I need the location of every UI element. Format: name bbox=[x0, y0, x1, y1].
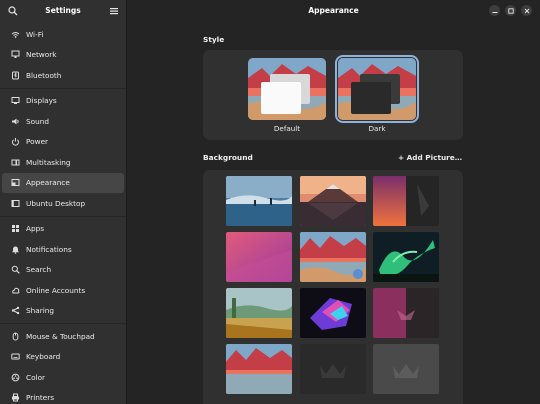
page-title: Appearance bbox=[308, 6, 359, 15]
minimize-button[interactable] bbox=[489, 5, 500, 16]
sidebar-item-displays[interactable]: Displays bbox=[2, 91, 124, 112]
sidebar-item-notifications[interactable]: Notifications bbox=[2, 239, 124, 260]
background-section-label: Background bbox=[203, 153, 253, 162]
sidebar-item-sharing[interactable]: Sharing bbox=[2, 301, 124, 322]
sidebar-item-label: Network bbox=[26, 50, 57, 60]
search-icon bbox=[11, 265, 20, 274]
power-icon bbox=[11, 137, 20, 146]
ubuntu-desktop-icon bbox=[11, 199, 20, 208]
wifi-icon bbox=[11, 30, 20, 39]
sidebar-item-label: Color bbox=[26, 372, 46, 382]
wallpaper-painted-landscape[interactable] bbox=[226, 288, 292, 338]
sidebar-item-online-accounts[interactable]: Online Accounts bbox=[2, 280, 124, 301]
bluetooth-icon bbox=[11, 71, 20, 80]
wallpaper-lake-reflection[interactable] bbox=[226, 176, 292, 226]
sidebar-item-sound[interactable]: Sound bbox=[2, 111, 124, 132]
sidebar-item-power[interactable]: Power bbox=[2, 132, 124, 153]
wallpaper-desert-canyon[interactable] bbox=[300, 232, 366, 282]
display-icon bbox=[11, 96, 20, 105]
sidebar-item-label: Multitasking bbox=[26, 157, 71, 167]
sidebar-group: Mouse & Touchpad Keyboard Color Printers bbox=[0, 323, 126, 404]
sidebar-group: Displays Sound Power Multitasking Appearance… bbox=[0, 87, 126, 216]
sidebar-item-label: Wi-Fi bbox=[26, 29, 44, 39]
wallpaper-magenta-dark-split[interactable] bbox=[373, 288, 439, 338]
theme-dark[interactable] bbox=[335, 55, 419, 123]
sidebar-group: Wi-Fi Network Bluetooth bbox=[0, 22, 126, 88]
wallpaper-neon-prism[interactable] bbox=[300, 288, 366, 338]
wallpaper-dark-crown[interactable] bbox=[300, 344, 366, 394]
wallpaper-desert-canyon-2[interactable] bbox=[226, 344, 292, 394]
sidebar-item-label: Notifications bbox=[26, 244, 72, 254]
close-icon bbox=[524, 8, 529, 13]
sidebar-item-label: Bluetooth bbox=[26, 70, 62, 80]
sidebar-item-label: Power bbox=[26, 137, 49, 147]
main-header: Appearance bbox=[127, 0, 540, 22]
hamburger-menu-icon[interactable] bbox=[109, 6, 119, 16]
online-accounts-icon bbox=[11, 286, 20, 295]
network-icon bbox=[11, 50, 20, 59]
mouse-icon bbox=[11, 332, 20, 341]
sound-icon bbox=[11, 117, 20, 126]
sidebar-item-label: Online Accounts bbox=[26, 285, 86, 295]
sidebar-item-multitasking[interactable]: Multitasking bbox=[2, 152, 124, 173]
theme-default[interactable] bbox=[248, 58, 326, 120]
sidebar-item-label: Ubuntu Desktop bbox=[26, 198, 86, 208]
sidebar-item-mouse-touchpad[interactable]: Mouse & Touchpad bbox=[2, 326, 124, 347]
theme-dark-preview bbox=[338, 58, 416, 120]
sidebar-item-label: Keyboard bbox=[26, 352, 61, 362]
add-picture-button[interactable]: + Add Picture… bbox=[398, 153, 462, 162]
bell-icon bbox=[11, 245, 20, 254]
theme-dark-label: Dark bbox=[368, 124, 386, 133]
apps-icon bbox=[11, 224, 20, 233]
printer-icon bbox=[11, 393, 20, 402]
sharing-icon bbox=[11, 306, 20, 315]
sidebar-title: Settings bbox=[45, 6, 81, 15]
sidebar-list: Wi-Fi Network Bluetooth Displays Sound Power M… bbox=[0, 22, 126, 404]
style-card: Default Dark bbox=[203, 50, 463, 140]
close-button[interactable] bbox=[521, 5, 532, 16]
sidebar-item-label: Search bbox=[26, 265, 52, 275]
color-icon bbox=[11, 373, 20, 382]
wallpaper-aurora[interactable] bbox=[373, 232, 439, 282]
sidebar-item-label: Displays bbox=[26, 96, 57, 106]
sidebar-item-apps[interactable]: Apps bbox=[2, 219, 124, 240]
wallpaper-pink-gradient[interactable] bbox=[226, 232, 292, 282]
background-gallery bbox=[203, 170, 463, 404]
style-section-label: Style bbox=[203, 35, 225, 44]
selected-check-icon bbox=[353, 269, 363, 279]
sidebar-header: Settings bbox=[0, 0, 126, 22]
sidebar-item-label: Appearance bbox=[26, 178, 70, 188]
sidebar-item-appearance[interactable]: Appearance bbox=[2, 172, 124, 193]
appearance-icon bbox=[11, 178, 20, 187]
sidebar-item-bluetooth[interactable]: Bluetooth bbox=[2, 65, 124, 86]
wallpaper-gray-crown[interactable] bbox=[373, 344, 439, 394]
sidebar-item-network[interactable]: Network bbox=[2, 45, 124, 66]
sidebar-item-printers[interactable]: Printers bbox=[2, 388, 124, 404]
sidebar-item-label: Mouse & Touchpad bbox=[26, 331, 95, 341]
wallpaper-orange-dark-split[interactable] bbox=[373, 176, 439, 226]
sidebar-item-keyboard[interactable]: Keyboard bbox=[2, 347, 124, 368]
keyboard-icon bbox=[11, 352, 20, 361]
maximize-icon bbox=[507, 7, 514, 14]
sidebar-item-search[interactable]: Search bbox=[2, 260, 124, 281]
wallpaper-mountain-sunset[interactable] bbox=[300, 176, 366, 226]
minimize-icon bbox=[492, 11, 497, 13]
sidebar-item-wi-fi[interactable]: Wi-Fi bbox=[2, 24, 124, 45]
theme-default-label: Default bbox=[273, 124, 301, 133]
main-panel: Appearance Style Default Dark Background… bbox=[127, 0, 540, 404]
sidebar: Settings Wi-Fi Network Bluetooth Displays So… bbox=[0, 0, 127, 404]
maximize-button[interactable] bbox=[505, 5, 516, 16]
sidebar-group: Apps Notifications Search Online Accounts Sh… bbox=[0, 215, 126, 324]
sidebar-item-label: Apps bbox=[26, 224, 45, 234]
sidebar-item-color[interactable]: Color bbox=[2, 367, 124, 388]
theme-default-preview bbox=[248, 58, 326, 120]
multitasking-icon bbox=[11, 158, 20, 167]
sidebar-item-ubuntu-desktop[interactable]: Ubuntu Desktop bbox=[2, 193, 124, 214]
sidebar-item-label: Printers bbox=[26, 393, 55, 403]
sidebar-item-label: Sharing bbox=[26, 306, 55, 316]
sidebar-item-label: Sound bbox=[26, 116, 49, 126]
